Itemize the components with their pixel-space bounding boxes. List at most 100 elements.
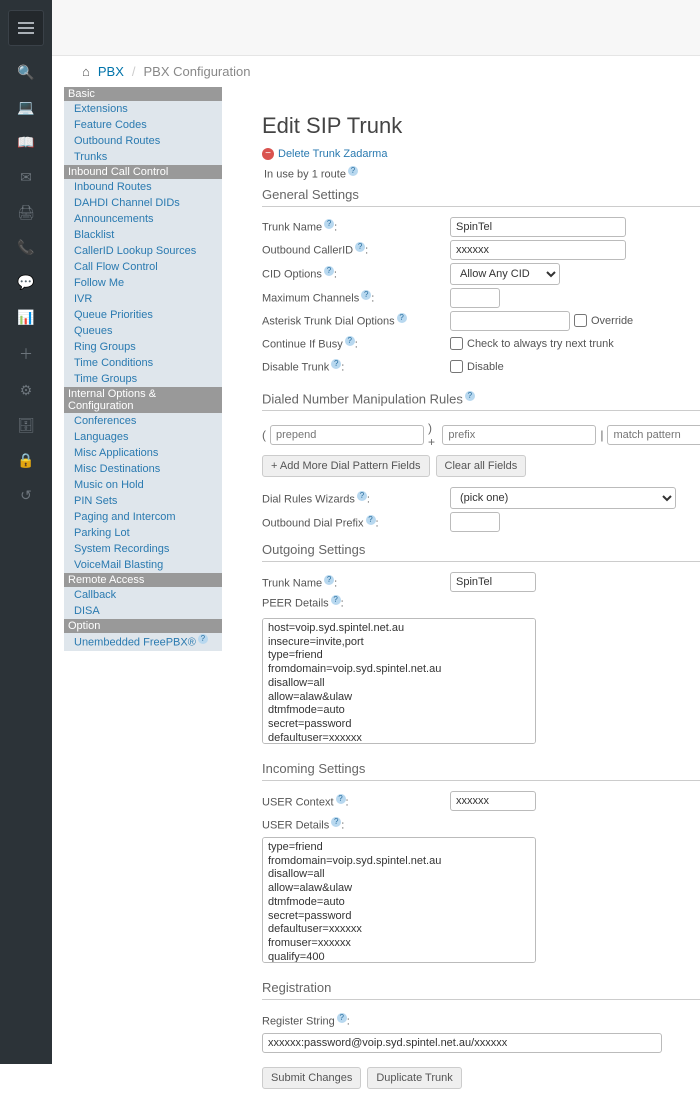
help-icon[interactable]: ? (361, 290, 371, 300)
sidebar-item-callerid-lookup[interactable]: CallerID Lookup Sources (64, 243, 222, 259)
sidebar-item-misc-dest[interactable]: Misc Destinations (64, 461, 222, 477)
continue-busy-label: Check to always try next trunk (467, 338, 614, 350)
outgoing-trunk-name-input[interactable] (450, 572, 536, 592)
help-icon[interactable]: ? (324, 575, 334, 585)
dial-wizards-select[interactable]: (pick one) (450, 487, 676, 509)
laptop-icon[interactable]: 💻 (17, 99, 34, 116)
sidebar-item-follow-me[interactable]: Follow Me (64, 275, 222, 291)
sidebar-section-basic: Basic (64, 87, 222, 101)
user-details-textarea[interactable]: type=friend fromdomain=voip.syd.spintel.… (262, 837, 536, 963)
sidebar-item-sys-recordings[interactable]: System Recordings (64, 541, 222, 557)
sidebar-item-languages[interactable]: Languages (64, 429, 222, 445)
gears-icon[interactable]: ⚙ (20, 382, 33, 399)
sidebar-item-callback[interactable]: Callback (64, 587, 222, 603)
help-icon[interactable]: ? (331, 359, 341, 369)
help-icon[interactable]: ? (331, 817, 341, 827)
help-icon[interactable]: ? (324, 219, 334, 229)
sidebar-item-inbound-routes[interactable]: Inbound Routes (64, 179, 222, 195)
help-icon[interactable]: ? (366, 515, 376, 525)
search-icon[interactable]: 🔍 (17, 64, 34, 81)
sidebar-item-paging[interactable]: Paging and Intercom (64, 509, 222, 525)
breadcrumb-link-pbx[interactable]: PBX (98, 64, 124, 79)
outbound-cid-input[interactable] (450, 240, 626, 260)
help-icon[interactable]: ? (348, 166, 358, 176)
help-icon[interactable]: ? (465, 391, 475, 401)
delete-trunk-link[interactable]: − Delete Trunk Zadarma (262, 148, 387, 160)
sidebar-item-outbound-routes[interactable]: Outbound Routes (64, 133, 222, 149)
section-registration-heading: Registration (262, 980, 700, 995)
phone-icon[interactable]: 📞 (17, 239, 34, 256)
help-icon[interactable]: ? (336, 794, 346, 804)
home-icon[interactable]: ⌂ (82, 64, 90, 79)
prepend-input[interactable] (270, 425, 424, 445)
history-icon[interactable]: ↺ (20, 487, 32, 504)
sidebar-item-dahdi-dids[interactable]: DAHDI Channel DIDs (64, 195, 222, 211)
sidebar-item-conferences[interactable]: Conferences (64, 413, 222, 429)
sidebar-section-inbound: Inbound Call Control (64, 165, 222, 179)
label-trunk-name-outgoing: Trunk Name (262, 577, 322, 589)
help-icon[interactable]: ? (397, 313, 407, 323)
section-general-heading: General Settings (262, 187, 700, 202)
lock-icon[interactable]: 🔒 (17, 452, 34, 469)
sidebar-item-pin-sets[interactable]: PIN Sets (64, 493, 222, 509)
help-icon[interactable]: ? (357, 491, 367, 501)
override-label: Override (591, 315, 633, 327)
outbound-prefix-input[interactable] (450, 512, 500, 532)
print-icon[interactable]: 🖨 (17, 204, 35, 221)
help-icon[interactable]: ? (324, 266, 334, 276)
sidebar-item-time-conditions[interactable]: Time Conditions (64, 355, 222, 371)
continue-busy-checkbox[interactable] (450, 337, 463, 350)
left-rail: 🔍 💻 📖 ✉ 🖨 📞 💬 📊 ＋ ⚙ 🗄 🔒 ↺ (0, 0, 52, 1064)
sidebar-item-parking[interactable]: Parking Lot (64, 525, 222, 541)
clear-all-fields-button[interactable]: Clear all Fields (436, 455, 527, 477)
chat-icon[interactable]: 💬 (17, 274, 34, 291)
sidebar-item-call-flow[interactable]: Call Flow Control (64, 259, 222, 275)
chart-icon[interactable]: 📊 (17, 309, 34, 326)
hamburger-menu-button[interactable] (8, 10, 44, 46)
register-string-input[interactable] (262, 1033, 662, 1053)
sidebar-item-feature-codes[interactable]: Feature Codes (64, 117, 222, 133)
dial-pattern-row: ( ) + | + 🗑 (262, 421, 700, 449)
prefix-input[interactable] (442, 425, 596, 445)
user-context-input[interactable] (450, 791, 536, 811)
submit-changes-button[interactable]: Submit Changes (262, 1067, 361, 1089)
sidebar-item-disa[interactable]: DISA (64, 603, 222, 619)
page-title: Edit SIP Trunk (262, 113, 700, 139)
sidebar-item-moh[interactable]: Music on Hold (64, 477, 222, 493)
label-cid-options: CID Options (262, 269, 322, 281)
sidebar-item-blacklist[interactable]: Blacklist (64, 227, 222, 243)
help-icon[interactable]: ? (331, 595, 341, 605)
minus-circle-icon: − (262, 148, 274, 160)
sidebar-item-misc-apps[interactable]: Misc Applications (64, 445, 222, 461)
sidebar-item-time-groups[interactable]: Time Groups (64, 371, 222, 387)
envelope-icon[interactable]: ✉ (20, 169, 32, 186)
sidebar-item-queue-priorities[interactable]: Queue Priorities (64, 307, 222, 323)
sidebar-item-queues[interactable]: Queues (64, 323, 222, 339)
duplicate-trunk-button[interactable]: Duplicate Trunk (367, 1067, 461, 1089)
sidebar-item-vm-blasting[interactable]: VoiceMail Blasting (64, 557, 222, 573)
match-pattern-input[interactable] (607, 425, 700, 445)
archive-icon[interactable]: 🗄 (17, 417, 35, 434)
max-channels-input[interactable] (450, 288, 500, 308)
override-checkbox[interactable] (574, 314, 587, 327)
help-icon[interactable]: ? (198, 634, 208, 644)
sidebar-item-trunks[interactable]: Trunks (64, 149, 222, 165)
asterisk-dial-opts-input[interactable] (450, 311, 570, 331)
add-more-dial-button[interactable]: + Add More Dial Pattern Fields (262, 455, 430, 477)
sidebar-item-unembedded-freepbx[interactable]: Unembedded FreePBX®? (64, 633, 222, 651)
peer-details-textarea[interactable]: host=voip.syd.spintel.net.au insecure=in… (262, 618, 536, 744)
book-icon[interactable]: 📖 (17, 134, 34, 151)
label-peer-details: PEER Details (262, 598, 329, 610)
help-icon[interactable]: ? (355, 242, 365, 252)
help-icon[interactable]: ? (337, 1013, 347, 1023)
sidebar-item-ring-groups[interactable]: Ring Groups (64, 339, 222, 355)
disable-trunk-checkbox[interactable] (450, 360, 463, 373)
cid-options-select[interactable]: Allow Any CID (450, 263, 560, 285)
trunk-name-input[interactable] (450, 217, 626, 237)
section-outgoing-heading: Outgoing Settings (262, 542, 700, 557)
sidebar-item-ivr[interactable]: IVR (64, 291, 222, 307)
sidebar-item-announcements[interactable]: Announcements (64, 211, 222, 227)
help-icon[interactable]: ? (345, 336, 355, 346)
plus-icon[interactable]: ＋ (19, 344, 33, 364)
sidebar-item-extensions[interactable]: Extensions (64, 101, 222, 117)
